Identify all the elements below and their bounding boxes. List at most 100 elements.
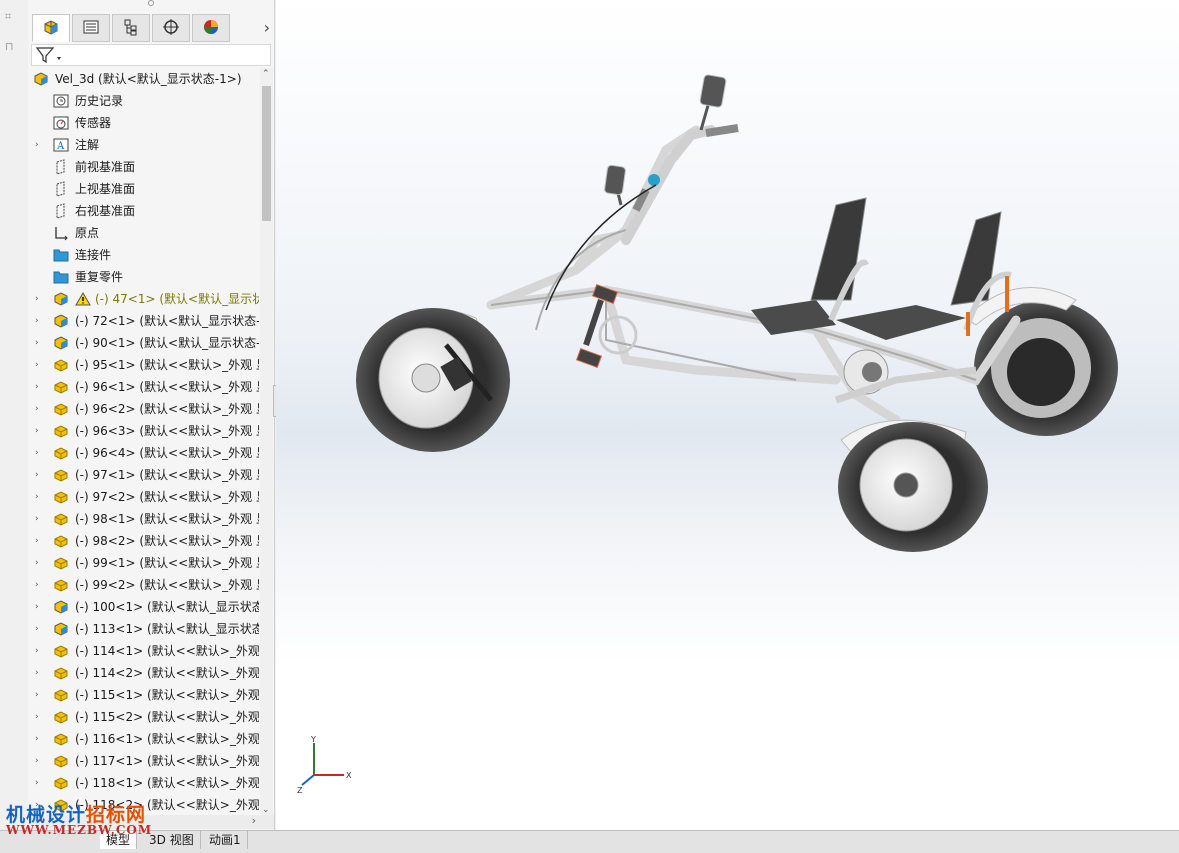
tree-item[interactable]: › (-) 100<1> (默认<默认_显示状态 <box>28 596 259 618</box>
plane-icon <box>53 181 69 197</box>
tree-item[interactable]: 传感器 <box>28 112 259 134</box>
expand-chevron-icon[interactable]: › <box>35 310 45 332</box>
tab-property-manager[interactable] <box>72 14 110 42</box>
tree-item[interactable]: 前视基准面 <box>28 156 259 178</box>
filter-icon[interactable] <box>35 45 65 65</box>
site-watermark: 机械设计招标网 WWW.MEZBW.COM <box>6 800 152 837</box>
tab-configuration-manager[interactable] <box>112 14 150 42</box>
scroll-thumb[interactable] <box>262 86 271 221</box>
expand-chevron-icon[interactable]: › <box>35 464 45 486</box>
subassembly-icon <box>53 599 69 615</box>
tree-item[interactable]: › (-) 97<1> (默认<<默认>_外观 显 <box>28 464 259 486</box>
tree-item[interactable]: › (-) 90<1> (默认<默认_显示状态-1 <box>28 332 259 354</box>
tree-item-label: 重复零件 <box>75 270 124 284</box>
part-icon <box>53 687 69 703</box>
tab-display-manager[interactable] <box>192 14 230 42</box>
expand-chevron-icon[interactable]: › <box>35 288 45 310</box>
tree-item[interactable]: › (-) 99<2> (默认<<默认>_外观 显 <box>28 574 259 596</box>
expand-chevron-icon[interactable]: › <box>35 728 45 750</box>
expand-chevron-icon[interactable]: › <box>35 618 45 640</box>
tree-item-label: (-) 98<1> (默认<<默认>_外观 显 <box>75 512 259 526</box>
expand-chevron-icon[interactable]: › <box>35 552 45 574</box>
tree-item-label: (-) 118<1> (默认<<默认>_外观 显 <box>75 776 259 790</box>
triad-z-label: Z <box>297 786 303 795</box>
tree-vertical-scrollbar[interactable]: ⌃ ⌄ <box>260 68 273 816</box>
tree-item[interactable]: › (-) 47<1> (默认<默认_显示状 <box>28 288 259 310</box>
tree-item[interactable]: › (-) 116<1> (默认<<默认>_外观 显 <box>28 728 259 750</box>
expand-chevron-icon[interactable]: › <box>35 486 45 508</box>
tree-item[interactable]: 右视基准面 <box>28 200 259 222</box>
tab-dimxpert[interactable] <box>152 14 190 42</box>
expand-chevron-icon[interactable]: › <box>35 640 45 662</box>
tree-item[interactable]: › (-) 118<1> (默认<<默认>_外观 显 <box>28 772 259 794</box>
tree-item[interactable]: › A 注解 <box>28 134 259 156</box>
tree-item-label: (-) 114<1> (默认<<默认>_外观 显 <box>75 644 259 658</box>
expand-chevron-icon[interactable]: › <box>35 530 45 552</box>
expand-chevron-icon[interactable]: › <box>35 662 45 684</box>
tree-item[interactable]: › (-) 72<1> (默认<默认_显示状态-1 <box>28 310 259 332</box>
tree-item[interactable]: › (-) 96<1> (默认<<默认>_外观 显 <box>28 376 259 398</box>
part-icon <box>53 533 69 549</box>
tree-display-icon[interactable]: ⌗ <box>5 10 21 23</box>
expand-chevron-icon[interactable]: › <box>35 376 45 398</box>
tree-item[interactable]: Vel_3d (默认<默认_显示状态-1>) <box>28 68 259 90</box>
tab-animation[interactable]: 动画1 <box>203 831 248 849</box>
tree-filter-bar[interactable] <box>31 44 271 66</box>
tree-item-label: (-) 99<1> (默认<<默认>_外观 显 <box>75 556 259 570</box>
tree-item[interactable]: › (-) 96<2> (默认<<默认>_外观 显 <box>28 398 259 420</box>
feature-manager-panel: › Vel_3d (默认<默认_显示状态-1>) 历史记录 传感器 › A 注解前视基准面… <box>28 0 275 830</box>
folder-icon <box>53 269 69 285</box>
tree-item[interactable]: › (-) 95<1> (默认<<默认>_外观 显 <box>28 354 259 376</box>
expand-chevron-icon[interactable]: › <box>35 508 45 530</box>
expand-chevron-icon[interactable]: › <box>35 354 45 376</box>
tree-item[interactable]: › (-) 96<3> (默认<<默认>_外观 显 <box>28 420 259 442</box>
expand-chevron-icon[interactable]: › <box>35 134 45 156</box>
tree-item[interactable]: › (-) 114<2> (默认<<默认>_外观 显 <box>28 662 259 684</box>
tree-item-label: (-) 96<2> (默认<<默认>_外观 显 <box>75 402 259 416</box>
tree-item[interactable]: 连接件 <box>28 244 259 266</box>
tree-item-label: 前视基准面 <box>75 160 136 174</box>
tree-item[interactable]: › (-) 115<2> (默认<<默认>_外观 显 <box>28 706 259 728</box>
expand-chevron-icon[interactable]: › <box>35 684 45 706</box>
expand-chevron-icon[interactable]: › <box>35 574 45 596</box>
tree-item[interactable]: › (-) 115<1> (默认<<默认>_外观 显 <box>28 684 259 706</box>
more-tabs-chevron-icon[interactable]: › <box>264 18 270 37</box>
expand-chevron-icon[interactable]: › <box>35 596 45 618</box>
front-wheel <box>356 308 510 452</box>
tree-item[interactable]: › (-) 97<2> (默认<<默认>_外观 显 <box>28 486 259 508</box>
expand-chevron-icon[interactable]: › <box>35 750 45 772</box>
tree-item-label: 右视基准面 <box>75 204 136 218</box>
tree-item-label: (-) 72<1> (默认<默认_显示状态-1 <box>75 314 259 328</box>
dock-icon[interactable]: ⊓ <box>5 40 21 53</box>
expand-chevron-icon[interactable]: › <box>35 706 45 728</box>
tree-item[interactable]: › (-) 117<1> (默认<<默认>_外观 显 <box>28 750 259 772</box>
expand-chevron-icon[interactable]: › <box>35 332 45 354</box>
tree-item[interactable]: › (-) 96<4> (默认<<默认>_外观 显 <box>28 442 259 464</box>
origin-icon <box>53 225 69 241</box>
part-icon <box>53 555 69 571</box>
part-icon <box>53 423 69 439</box>
expand-chevron-icon[interactable]: › <box>35 772 45 794</box>
graphics-viewport[interactable]: Y X Z <box>276 0 1179 830</box>
part-icon <box>53 775 69 791</box>
part-icon <box>53 357 69 373</box>
tab-feature-tree[interactable] <box>32 14 70 42</box>
expand-chevron-icon[interactable]: › <box>35 420 45 442</box>
tree-item[interactable]: 上视基准面 <box>28 178 259 200</box>
tree-item[interactable]: › (-) 99<1> (默认<<默认>_外观 显 <box>28 552 259 574</box>
tree-item[interactable]: › (-) 98<1> (默认<<默认>_外观 显 <box>28 508 259 530</box>
panel-grip[interactable] <box>148 0 154 6</box>
vehicle-model[interactable] <box>276 0 1179 830</box>
tree-item[interactable]: 历史记录 <box>28 90 259 112</box>
tree-item-label: (-) 98<2> (默认<<默认>_外观 显 <box>75 534 259 548</box>
expand-chevron-icon[interactable]: › <box>35 398 45 420</box>
part-icon <box>53 445 69 461</box>
tree-item-label: 上视基准面 <box>75 182 136 196</box>
tree-item[interactable]: › (-) 113<1> (默认<默认_显示状态 <box>28 618 259 640</box>
tree-item[interactable]: 原点 <box>28 222 259 244</box>
tree-item[interactable]: 重复零件 <box>28 266 259 288</box>
expand-chevron-icon[interactable]: › <box>35 442 45 464</box>
tree-item[interactable]: › (-) 98<2> (默认<<默认>_外观 显 <box>28 530 259 552</box>
tree-item-label: (-) 100<1> (默认<默认_显示状态 <box>75 600 259 614</box>
tree-item[interactable]: › (-) 114<1> (默认<<默认>_外观 显 <box>28 640 259 662</box>
